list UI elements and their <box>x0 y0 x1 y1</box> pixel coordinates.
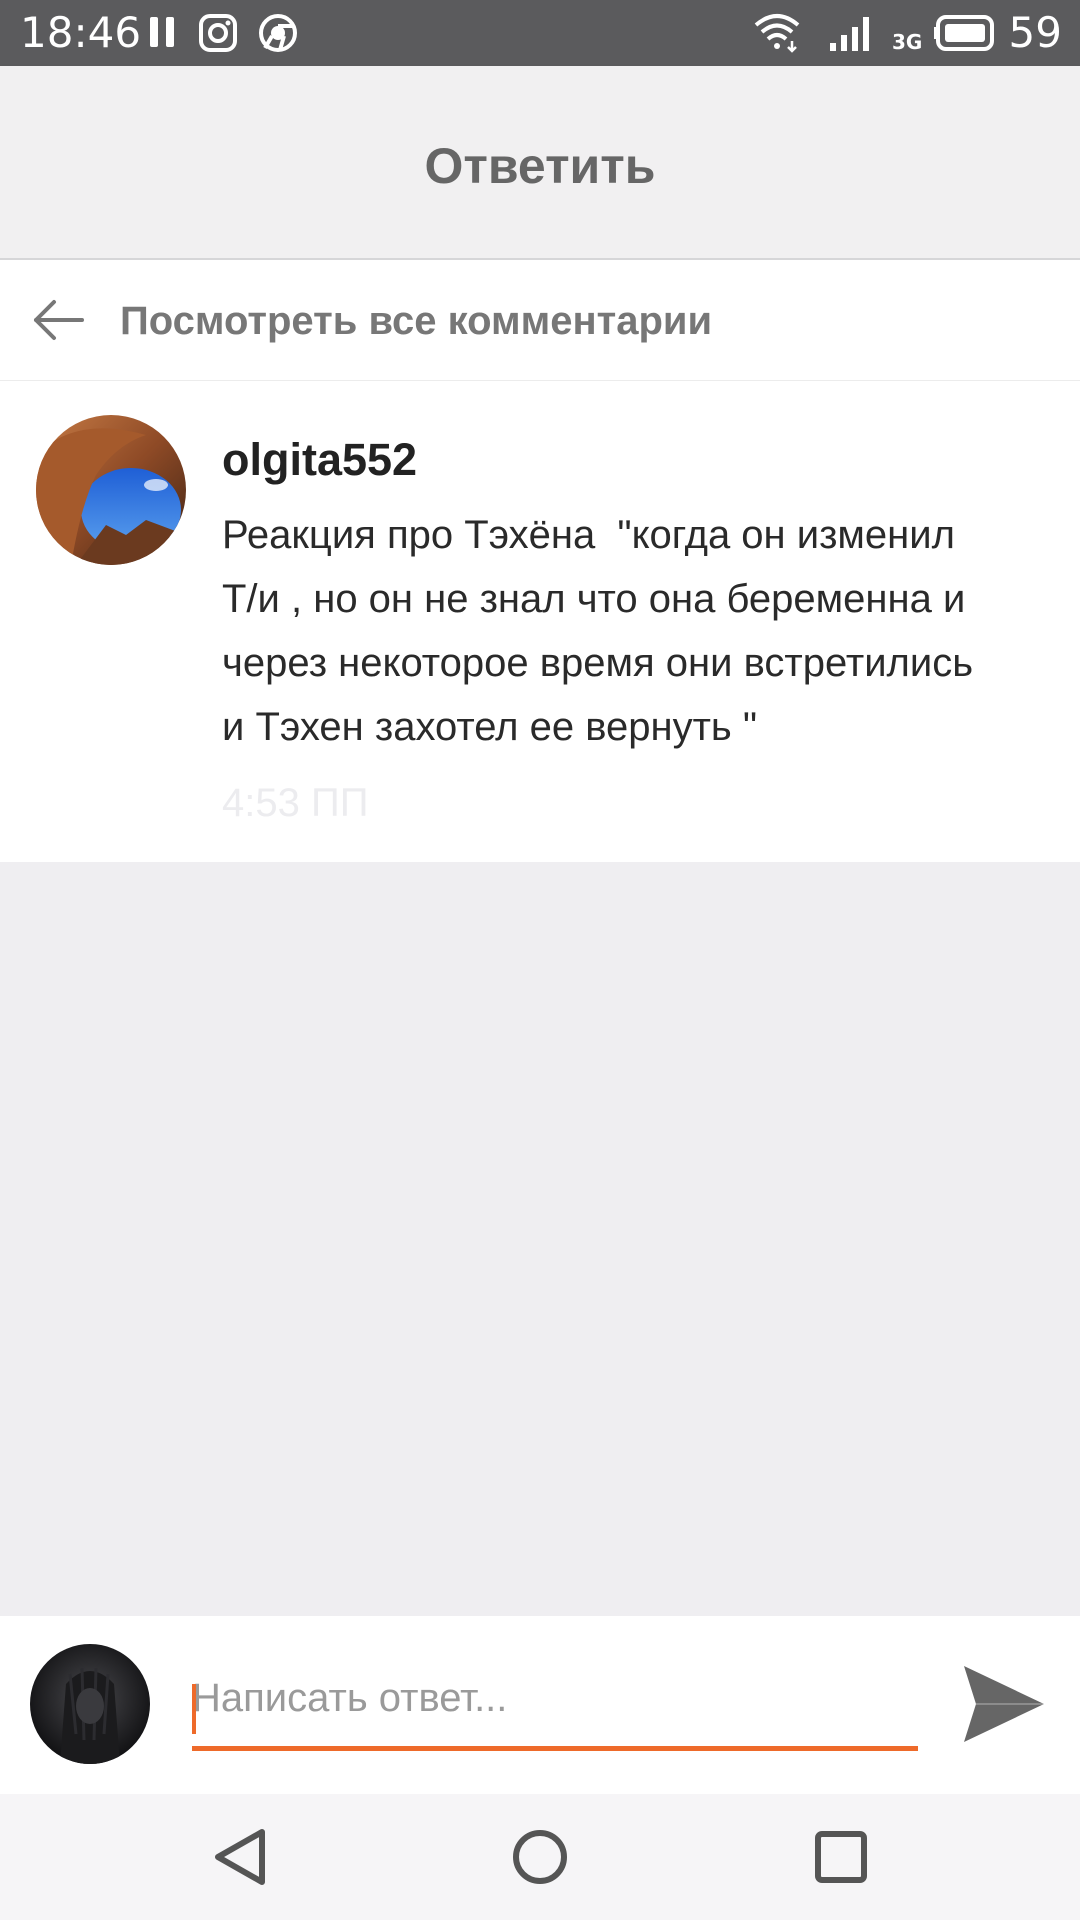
instagram-icon <box>199 14 237 52</box>
reply-input[interactable] <box>192 1650 918 1751</box>
text-cursor <box>192 1684 196 1734</box>
view-all-comments-row[interactable]: Посмотреть все комментарии <box>0 260 1080 381</box>
nav-recents-button[interactable] <box>806 1822 876 1892</box>
header: Ответить <box>0 66 1080 260</box>
nav-home-button[interactable] <box>505 1822 575 1892</box>
commenter-avatar[interactable] <box>36 415 186 565</box>
current-user-avatar <box>30 1644 150 1764</box>
reply-bar <box>0 1616 1080 1794</box>
status-time: 18:46 <box>20 8 142 57</box>
comment-card: olgita552 Реакция про Тэхёна "когда он и… <box>0 381 1080 862</box>
nav-home-icon <box>513 1830 567 1884</box>
battery-icon <box>934 15 994 51</box>
status-bar: 18:46 3G 59 <box>0 0 1080 66</box>
battery-level: 59 <box>1008 8 1062 57</box>
view-all-comments-link[interactable]: Посмотреть все комментарии <box>120 296 712 346</box>
navigation-bar <box>0 1794 1080 1920</box>
pause-icon <box>150 17 174 47</box>
nav-recents-icon <box>815 1831 867 1883</box>
comment-timestamp: 4:53 ПП <box>222 781 369 825</box>
send-button[interactable] <box>960 1662 1046 1746</box>
comment-text: Реакция про Тэхёна "когда он изменил Т/и… <box>222 513 974 749</box>
empty-content-area <box>0 862 1080 1616</box>
network-type: 3G <box>892 30 923 54</box>
wifi-icon <box>754 14 800 53</box>
page-title: Ответить <box>424 138 656 194</box>
nav-back-button[interactable] <box>206 1822 276 1892</box>
back-arrow-icon[interactable] <box>32 298 84 342</box>
send-icon <box>964 1666 1044 1742</box>
commenter-username[interactable]: olgita552 <box>222 433 417 487</box>
nav-back-icon <box>215 1829 265 1885</box>
chrome-icon <box>259 14 297 52</box>
signal-icon <box>830 17 869 51</box>
